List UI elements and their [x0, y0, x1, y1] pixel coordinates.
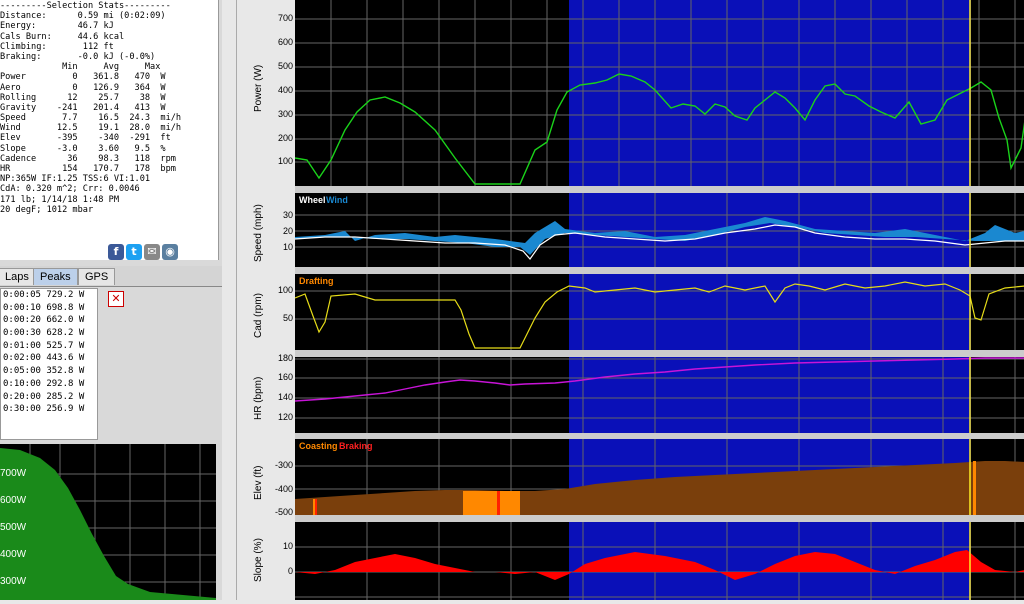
- wind-legend: Wind: [326, 195, 348, 205]
- social-share-bar: f t ✉ ◉: [108, 244, 178, 260]
- mini-power-chart: 700W 600W 500W 400W 300W: [0, 444, 216, 600]
- slope-tick: 0: [287, 566, 293, 576]
- power-tick: 500: [277, 61, 293, 71]
- selection-range: [569, 0, 971, 186]
- stats-line: HR 154 170.7 178 bpm: [0, 164, 176, 174]
- stats-line: 20 degF; 1012 mbar: [0, 204, 94, 215]
- tab-bar: Laps Peaks GPS: [0, 266, 222, 287]
- stats-line: Aero 0 126.9 364 W: [0, 82, 166, 93]
- twitter-icon[interactable]: t: [126, 244, 142, 260]
- selection-stats-panel: ---------Selection Stats--------- Distanc…: [0, 0, 219, 260]
- hr-tick: 140: [277, 392, 293, 402]
- elev-axis-label: Elev (ft): [253, 465, 264, 500]
- slope-tick: 10: [282, 541, 293, 551]
- cadence-chart[interactable]: Drafting: [295, 274, 1024, 350]
- hr-chart[interactable]: [295, 357, 1024, 433]
- stats-line: Cadence 36 98.3 118 rpm: [0, 153, 176, 164]
- stats-line: Rolling 12 25.7 38 W: [0, 92, 166, 103]
- peaks-list[interactable]: 0:00:05 729.2 W 0:00:10 698.8 W 0:00:20 66…: [0, 288, 98, 440]
- stats-line: Energy: 46.7 kJ: [0, 21, 114, 32]
- peak-row[interactable]: 0:00:05 729.2 W: [1, 289, 97, 302]
- elev-tick: -400: [274, 484, 293, 494]
- share-icon[interactable]: ◉: [162, 244, 178, 260]
- peak-row[interactable]: 0:00:20 662.0 W: [1, 314, 97, 327]
- speed-chart[interactable]: Wheel Wind: [295, 193, 1024, 267]
- chart-separator: [295, 350, 1024, 357]
- stats-line: 171 lb; 1/14/18 1:48 PM: [0, 194, 119, 205]
- selection-stats-text: ---------Selection Stats--------- Distanc…: [0, 0, 218, 215]
- power-tick: 300: [277, 109, 293, 119]
- mini-tick: 500W: [0, 522, 27, 533]
- hr-tick: 180: [277, 353, 293, 363]
- stats-line: Cals Burn: 44.6 kcal: [0, 31, 125, 42]
- stats-line: NP:365W IF:1.25 TSS:6 VI:1.01: [0, 174, 151, 185]
- close-icon[interactable]: ✕: [108, 291, 124, 307]
- power-tick: 600: [277, 37, 293, 47]
- tab-laps[interactable]: Laps: [0, 268, 36, 285]
- mini-chart-svg: [0, 444, 216, 600]
- braking-legend: Braking: [339, 441, 373, 451]
- hr-tick: 120: [277, 412, 293, 422]
- coasting-marker: [500, 491, 520, 515]
- speed-tick: 30: [282, 210, 293, 220]
- hr-tick: 160: [277, 372, 293, 382]
- power-chart[interactable]: [295, 0, 1024, 186]
- slope-chart[interactable]: [295, 522, 1024, 600]
- coasting-marker: [463, 491, 499, 515]
- power-tick: 400: [277, 85, 293, 95]
- mini-power-area: [0, 448, 216, 600]
- chart-separator: [295, 186, 1024, 193]
- ride-charts-panel: Power (W) 700 600 500 400 300 200 100 Sp…: [236, 0, 1024, 600]
- stats-line: Min Avg Max: [0, 62, 161, 73]
- facebook-icon[interactable]: f: [108, 244, 124, 260]
- mini-tick: 400W: [0, 549, 27, 560]
- braking-marker: [497, 491, 500, 515]
- elev-tick: -500: [274, 507, 293, 517]
- email-icon[interactable]: ✉: [144, 244, 160, 260]
- peak-row[interactable]: 0:02:00 443.6 W: [1, 352, 97, 365]
- cad-tick: 100: [277, 285, 293, 295]
- stats-line: ---------Selection Stats---------: [0, 1, 171, 11]
- stats-line: Speed 7.7 16.5 24.3 mi/h: [0, 113, 182, 124]
- peak-row[interactable]: 0:30:00 256.9 W: [1, 403, 97, 416]
- coasting-marker: [973, 461, 976, 515]
- chart-separator: [295, 267, 1024, 274]
- stats-line: Climbing: 112 ft: [0, 41, 114, 52]
- mini-tick: 700W: [0, 468, 27, 479]
- braking-marker: [315, 499, 317, 515]
- power-tick: 700: [277, 13, 293, 23]
- power-tick: 200: [277, 133, 293, 143]
- elevation-chart[interactable]: Coasting Braking: [295, 439, 1024, 515]
- elev-tick: -300: [274, 460, 293, 470]
- stats-line: Braking: -0.0 kJ (-0.0%): [0, 51, 156, 62]
- peak-row[interactable]: 0:10:00 292.8 W: [1, 378, 97, 391]
- coasting-legend: Coasting: [299, 441, 338, 451]
- tab-gps[interactable]: GPS: [78, 268, 116, 285]
- power-tick: 100: [277, 156, 293, 166]
- mini-tick: 300W: [0, 576, 27, 587]
- peak-row[interactable]: 0:01:00 525.7 W: [1, 340, 97, 353]
- peak-row[interactable]: 0:05:00 352.8 W: [1, 365, 97, 378]
- stats-line: Power 0 361.8 470 W: [0, 72, 166, 83]
- peak-row[interactable]: 0:20:00 285.2 W: [1, 391, 97, 404]
- stats-line: Slope -3.0 3.60 9.5 %: [0, 143, 166, 154]
- left-panel: ---------Selection Stats--------- Distanc…: [0, 0, 222, 600]
- speed-tick: 10: [282, 242, 293, 252]
- drafting-legend: Drafting: [299, 276, 334, 286]
- chart-separator: [295, 515, 1024, 522]
- tab-peaks[interactable]: Peaks: [33, 268, 78, 285]
- wheel-legend: Wheel: [299, 195, 326, 205]
- stats-line: Distance: 0.59 mi (0:02:09): [0, 11, 166, 22]
- peak-row[interactable]: 0:00:10 698.8 W: [1, 302, 97, 315]
- stats-line: CdA: 0.320 m^2; Crr: 0.0046: [0, 184, 140, 195]
- peak-row[interactable]: 0:00:30 628.2 W: [1, 327, 97, 340]
- mini-tick: 600W: [0, 495, 27, 506]
- stats-line: Gravity -241 201.4 413 W: [0, 102, 166, 113]
- speed-tick: 20: [282, 226, 293, 236]
- stats-line: Wind 12.5 19.1 28.0 mi/h: [0, 123, 182, 134]
- stats-line: Elev -395 -340 -291 ft: [0, 133, 171, 144]
- cad-tick: 50: [282, 313, 293, 323]
